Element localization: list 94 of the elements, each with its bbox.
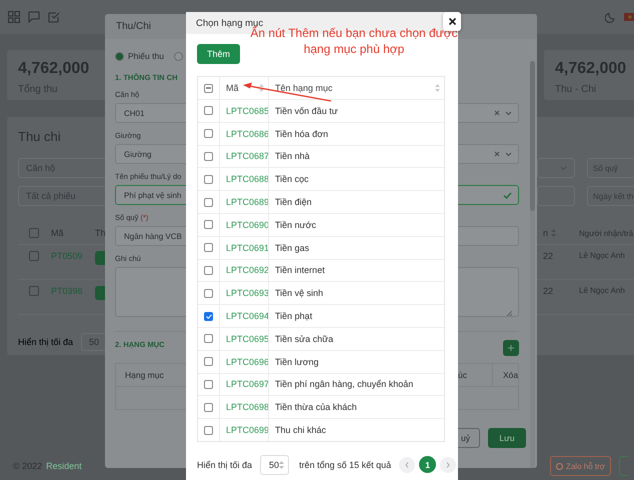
previous-page-button[interactable]: [399, 456, 416, 473]
code-link[interactable]: LPTC0689: [226, 197, 270, 208]
checkbox[interactable]: [204, 198, 213, 207]
sort-icon: [435, 84, 440, 92]
page-size-select[interactable]: 50: [260, 454, 290, 475]
support-button[interactable]: Zalo hỗ trợ: [550, 456, 611, 476]
code-link[interactable]: LPTC0692: [226, 265, 270, 276]
checkbox[interactable]: [29, 286, 39, 296]
close-icon: [494, 151, 500, 157]
add-button[interactable]: Thêm: [197, 44, 240, 64]
table-cell: Tiền sửa chữa: [275, 334, 334, 344]
radio-button[interactable]: [174, 52, 183, 60]
next-page-button[interactable]: [440, 456, 456, 473]
scrollbar-thumb[interactable]: [530, 61, 535, 211]
table-cell: Tiền nước: [275, 220, 316, 230]
table-cell: Tiền lương: [275, 356, 319, 367]
add-button[interactable]: [503, 340, 519, 356]
table-cell: Tiền gas: [275, 242, 310, 253]
annotation-text: Ấn nút Thêm nếu bạn chưa chọn được: [250, 26, 458, 40]
plus-icon: [508, 345, 514, 351]
grid-icon[interactable]: [8, 11, 20, 23]
checkbox[interactable]: [204, 84, 213, 92]
sort-icon: [259, 84, 264, 92]
minus-icon: [206, 87, 211, 89]
table-cell: Tiền vệ sinh: [275, 288, 324, 298]
checkbox[interactable]: [204, 380, 213, 389]
code-link[interactable]: LPTC0699: [226, 425, 270, 436]
chevron-left-icon: [405, 462, 410, 468]
moon-icon[interactable]: [605, 12, 616, 22]
code-link[interactable]: LPTC0691: [226, 242, 270, 253]
table-cell: Tiền cọc: [275, 174, 309, 184]
column-header: Xóa: [503, 370, 518, 380]
support-button[interactable]: [619, 456, 628, 476]
page-button[interactable]: 1: [419, 456, 436, 474]
table-cell: Tiền internet: [275, 265, 325, 276]
checkbox[interactable]: [204, 129, 213, 138]
code-link[interactable]: LPTC0698: [226, 402, 270, 412]
code-link[interactable]: LPTC0687: [226, 151, 270, 162]
code-link[interactable]: LPTC0696: [226, 356, 270, 367]
page-size-label: Hiển thị tối đa: [197, 460, 252, 470]
checkbox[interactable]: [29, 251, 39, 261]
table-cell: Thu chi khác: [275, 425, 326, 436]
check-icon: [503, 192, 512, 198]
checkbox-icon[interactable]: [48, 11, 60, 23]
flag-icon[interactable]: [624, 13, 634, 21]
checkbox[interactable]: [204, 266, 213, 275]
checkbox[interactable]: [204, 312, 213, 321]
check-icon: [206, 314, 212, 319]
checkbox[interactable]: [204, 334, 213, 344]
checkbox[interactable]: [204, 288, 213, 298]
column-header: úc: [458, 370, 467, 380]
table-cell: Tiền điện: [275, 197, 312, 208]
dialog-title: Chọn hạng mục: [196, 18, 264, 28]
code-link[interactable]: LPTC0694: [226, 311, 270, 322]
annotation-text: hạng mục phù hợp: [304, 42, 404, 56]
checkbox[interactable]: [204, 357, 213, 366]
checkbox[interactable]: [204, 402, 213, 412]
checkbox[interactable]: [29, 228, 39, 238]
brand-link[interactable]: Resident: [46, 461, 82, 471]
column-header: Tên hạng mục: [275, 83, 333, 93]
code-link[interactable]: LPTC0690: [226, 220, 270, 230]
resize-icon: [507, 311, 512, 316]
save-button[interactable]: Lưu: [488, 428, 526, 448]
code-link[interactable]: LPTC0695: [226, 334, 270, 344]
column-header: Mã: [226, 83, 239, 93]
code-link[interactable]: LPTC0686: [226, 128, 270, 139]
chevron-down-icon: [505, 110, 512, 116]
close-icon: [448, 17, 456, 26]
checkbox[interactable]: [204, 152, 213, 161]
checkbox[interactable]: [204, 220, 213, 230]
code-link[interactable]: LPTC0697: [226, 379, 270, 390]
page-size-label: Hiển thị tối đa: [18, 337, 74, 347]
table-cell: Tiền phạt: [275, 311, 312, 322]
radio-button[interactable]: [115, 52, 124, 60]
table-cell: Tiền vốn đầu tư: [275, 106, 338, 116]
dialog-title: Thu/Chi: [116, 21, 152, 32]
close-icon: [494, 110, 500, 116]
code-link[interactable]: LPTC0685: [226, 106, 270, 116]
code-link[interactable]: LPTC0693: [226, 288, 270, 298]
radio-label[interactable]: Phiếu thu: [128, 51, 164, 61]
chevron-right-icon: [446, 462, 450, 468]
checkbox[interactable]: [204, 174, 213, 184]
table-cell: Tiền hóa đơn: [275, 128, 328, 139]
chevron-down-icon: [505, 152, 512, 156]
result-count: trên tổng số 15 kết quả: [299, 460, 392, 470]
code-link[interactable]: LPTC0688: [226, 174, 270, 184]
checkbox[interactable]: [204, 243, 213, 252]
table-cell: Tiền thừa của khách: [275, 402, 357, 412]
table-cell: Tiền phí ngân hàng, chuyển khoản: [275, 379, 414, 390]
checkbox[interactable]: [204, 426, 213, 435]
column-header: Hạng mục: [125, 370, 164, 380]
table-cell: Tiền nhà: [275, 151, 310, 162]
sort-icon: [279, 460, 284, 469]
checkbox[interactable]: [204, 106, 213, 116]
